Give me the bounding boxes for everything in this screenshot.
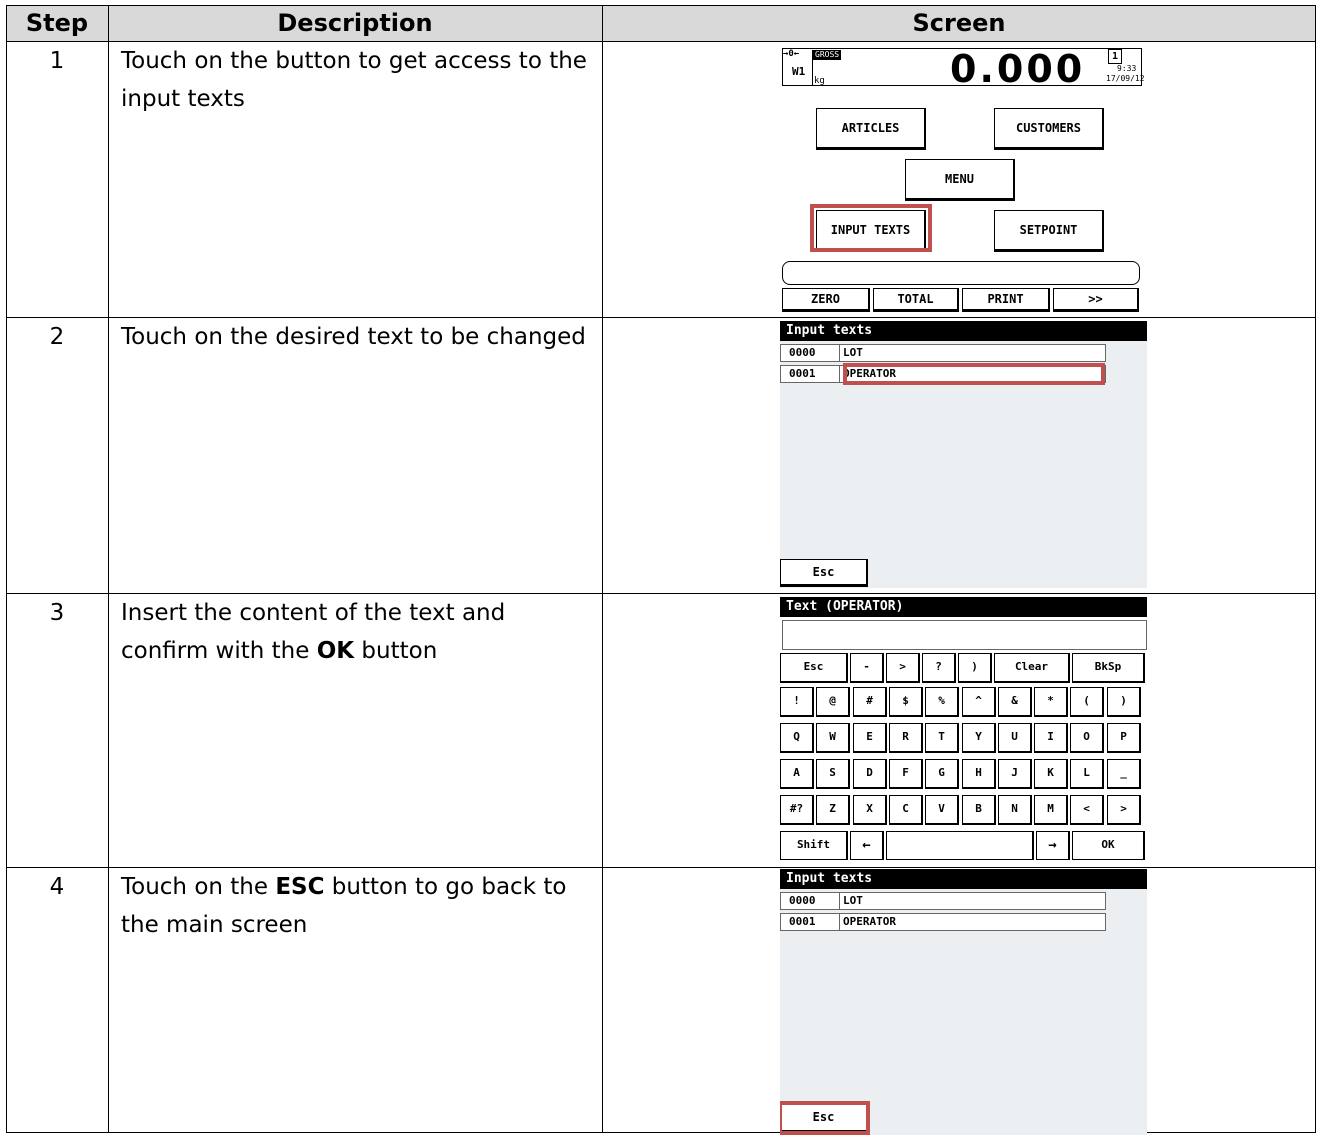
header-screen: Screen [912,9,1006,37]
weight-display: 0.000 [950,47,1086,91]
keyboard-key[interactable]: Y [962,723,996,753]
highlight-frame [810,204,932,252]
step-description: Touch on the desired text to be changed [121,324,586,350]
keyboard-screen: Text (OPERATOR) Esc - > ? ) Clear BkSp !… [780,597,1147,860]
keyboard-key[interactable]: J [998,759,1032,789]
keyboard-key[interactable]: L [1070,759,1104,789]
list-item[interactable]: 0000 LOT [780,892,1106,910]
keyboard-key[interactable]: Q [780,723,814,753]
keyboard-key[interactable]: C [889,795,923,825]
backspace-key[interactable]: BkSp [1072,653,1145,683]
keyboard-key[interactable]: ( [1070,687,1104,717]
step-description: Insert the content of the text and confi… [121,600,506,664]
gross-badge: GROSS [813,50,842,60]
step-number: 3 [49,600,65,626]
screen-title: Text (OPERATOR) [780,597,1147,617]
keyboard-key[interactable]: _ [1107,759,1141,789]
keyboard-key[interactable]: > [886,653,920,683]
keyboard-key[interactable]: B [962,795,996,825]
keyboard-key[interactable]: R [889,723,923,753]
main-screen: →0← W1 GROSS kg 0.000 1 9:33 17/09/12 AR… [780,46,1144,314]
screen-title: Input texts [780,321,1147,341]
keyboard-key[interactable]: # [853,687,887,717]
keyboard-key[interactable]: H [962,759,996,789]
unit-label: kg [814,76,825,86]
ok-key[interactable]: OK [1072,831,1145,860]
keyboard-key[interactable]: ! [780,687,814,717]
keyboard-key[interactable]: X [853,795,887,825]
keyboard-key[interactable]: W [816,723,850,753]
text-input-field[interactable] [782,620,1147,650]
keyboard-key[interactable]: ^ [962,687,996,717]
keyboard-key[interactable]: * [1034,687,1068,717]
clear-key[interactable]: Clear [994,653,1070,683]
header-step: Step [25,9,89,37]
step-number: 4 [49,874,65,900]
print-button[interactable]: PRINT [962,288,1050,312]
more-button[interactable]: >> [1053,288,1139,312]
keyboard-key[interactable]: #? [780,795,814,825]
zero-button[interactable]: ZERO [782,288,870,312]
input-texts-screen: Input texts 0000 LOT 0001 OPERATOR Esc [780,869,1147,1135]
keyboard-key[interactable]: @ [816,687,850,717]
keyboard-key[interactable]: ) [1107,687,1141,717]
keyboard-key[interactable]: P [1107,723,1141,753]
left-arrow-key[interactable]: ← [850,831,884,860]
channel-box: 1 [1108,49,1122,64]
keyboard-key[interactable]: Z [816,795,850,825]
keyboard-key[interactable]: S [816,759,850,789]
step-number: 2 [49,324,65,350]
list-item[interactable]: 0000 LOT [780,344,1106,362]
keyboard-key[interactable]: M [1034,795,1068,825]
keyboard-key[interactable]: & [998,687,1032,717]
screen-title: Input texts [780,869,1147,889]
keyboard-key[interactable]: $ [889,687,923,717]
keyboard-key[interactable]: % [925,687,959,717]
space-key[interactable] [886,831,1034,860]
keyboard-key[interactable]: T [925,723,959,753]
customers-button[interactable]: CUSTOMERS [994,108,1104,150]
keyboard-key[interactable]: < [1070,795,1104,825]
keyboard-key[interactable]: O [1070,723,1104,753]
articles-button[interactable]: ARTICLES [816,108,926,150]
zero-indicator: →0← [783,49,800,59]
keyboard-key[interactable]: U [998,723,1032,753]
highlight-frame [843,363,1105,385]
keyboard-key[interactable]: ? [922,653,956,683]
esc-button[interactable]: Esc [780,559,868,587]
total-button[interactable]: TOTAL [873,288,959,312]
keyboard-key[interactable]: ) [958,653,992,683]
setpoint-button[interactable]: SETPOINT [994,210,1104,252]
keyboard-key[interactable]: K [1034,759,1068,789]
right-arrow-key[interactable]: → [1036,831,1070,860]
scale-label: W1 [792,65,806,78]
clock-date: 17/09/12 [1106,74,1144,83]
input-texts-screen: Input texts 0000 LOT 0001 OPERATOR Esc [780,321,1147,588]
keyboard-key[interactable]: - [850,653,884,683]
step-description: Touch on the ESC button to go back to th… [121,874,567,938]
keyboard-key[interactable]: > [1107,795,1141,825]
header-description: Description [277,9,433,37]
keyboard-key[interactable]: A [780,759,814,789]
step-number: 1 [49,48,65,74]
keyboard-key[interactable]: I [1034,723,1068,753]
shift-key[interactable]: Shift [780,831,848,860]
highlight-frame [780,1101,870,1135]
keyboard-key[interactable]: D [853,759,887,789]
list-item[interactable]: 0001 OPERATOR [780,913,1106,931]
message-bar [782,261,1140,285]
keyboard-key[interactable]: V [925,795,959,825]
step-description: Touch on the button to get access to the… [121,48,587,112]
keyboard-key[interactable]: N [998,795,1032,825]
menu-button[interactable]: MENU [905,159,1015,201]
esc-key[interactable]: Esc [780,653,848,683]
keyboard-key[interactable]: E [853,723,887,753]
clock-time: 9:33 [1117,64,1137,73]
keyboard-key[interactable]: F [889,759,923,789]
keyboard-key[interactable]: G [925,759,959,789]
